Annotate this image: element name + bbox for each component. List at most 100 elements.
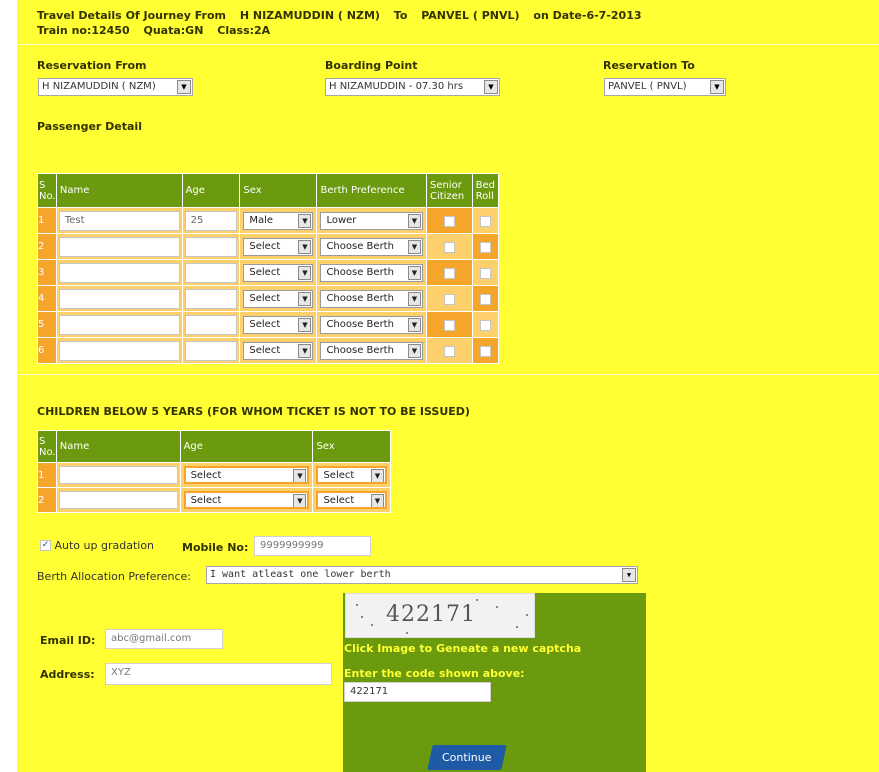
- captcha-image[interactable]: 422171: [345, 593, 535, 638]
- passenger-sex-select[interactable]: Select ▼: [243, 289, 314, 308]
- chevron-down-icon: ▼: [293, 469, 307, 482]
- chevron-down-icon: ▼: [407, 239, 421, 254]
- bed-roll-checkbox[interactable]: [479, 293, 491, 305]
- senior-citizen-checkbox[interactable]: [443, 241, 455, 253]
- chevron-down-icon: ▼: [371, 469, 384, 482]
- passenger-row: 4 Select ▼ Choose Berth ▼: [37, 285, 500, 312]
- berth-allocation-select[interactable]: I want atleast one lower berth ▼: [206, 566, 638, 584]
- reservation-to-value: PANVEL ( PNVL): [608, 81, 687, 92]
- bed-roll-checkbox[interactable]: [479, 215, 491, 227]
- berth-preference-select[interactable]: Lower ▼: [320, 211, 423, 230]
- passenger-sex-select[interactable]: Select ▼: [243, 263, 314, 282]
- passenger-name-input[interactable]: [58, 340, 180, 361]
- passenger-sex-value: Select: [249, 344, 281, 356]
- child-row: 2 Select ▼ Select ▼: [37, 487, 391, 513]
- captcha-regenerate-link[interactable]: Click Image to Geneate a new captcha: [344, 642, 581, 655]
- col-age: Age: [179, 430, 314, 463]
- passenger-sex-select[interactable]: Select ▼: [243, 237, 314, 256]
- chevron-down-icon: ▼: [177, 80, 191, 94]
- row-number: 2: [37, 233, 57, 260]
- child-name-input[interactable]: [58, 466, 178, 484]
- chevron-down-icon: ▼: [407, 317, 421, 332]
- divider: [17, 374, 879, 375]
- passenger-age-input[interactable]: [184, 340, 238, 361]
- reservation-to-select[interactable]: PANVEL ( PNVL) ▼: [604, 78, 726, 96]
- passenger-row: 2 Select ▼ Choose Berth ▼: [37, 233, 500, 260]
- passenger-age-input[interactable]: [184, 236, 238, 257]
- continue-button[interactable]: Continue: [427, 745, 507, 770]
- passenger-name-input[interactable]: [58, 288, 180, 309]
- captcha-input[interactable]: 422171: [344, 682, 491, 702]
- email-input[interactable]: abc@gmail.com: [105, 629, 223, 649]
- boarding-point-select[interactable]: H NIZAMUDDIN - 07.30 hrs ▼: [325, 78, 500, 96]
- chevron-down-icon: ▼: [298, 291, 312, 306]
- captcha-noise: [356, 604, 358, 606]
- passenger-sex-select[interactable]: Select ▼: [243, 341, 314, 360]
- bed-roll-checkbox[interactable]: [479, 241, 491, 253]
- row-number: 3: [37, 259, 57, 286]
- train-class: Class:2A: [217, 24, 271, 37]
- passenger-name-input[interactable]: [58, 262, 180, 283]
- reservation-from-label: Reservation From: [37, 59, 147, 72]
- senior-citizen-checkbox[interactable]: [443, 267, 455, 279]
- passenger-section-title: Passenger Detail: [37, 120, 142, 133]
- child-age-value: Select: [190, 470, 222, 481]
- row-number: 4: [37, 285, 57, 312]
- child-age-select[interactable]: Select ▼: [183, 491, 310, 509]
- child-sex-select[interactable]: Select ▼: [316, 466, 387, 484]
- child-name-input[interactable]: [58, 491, 178, 509]
- reservation-form-page: Travel Details Of Journey From H NIZAMUD…: [17, 0, 879, 772]
- child-age-select[interactable]: Select ▼: [183, 466, 310, 484]
- reservation-from-select[interactable]: H NIZAMUDDIN ( NZM) ▼: [38, 78, 193, 96]
- mobile-label: Mobile No:: [182, 541, 249, 554]
- chevron-down-icon: ▼: [298, 213, 312, 228]
- bed-roll-checkbox[interactable]: [479, 345, 491, 357]
- passenger-age-input[interactable]: 25: [184, 210, 238, 231]
- child-sex-select[interactable]: Select ▼: [316, 491, 387, 509]
- berth-preference-select[interactable]: Choose Berth ▼: [320, 315, 423, 334]
- berth-preference-value: Choose Berth: [326, 292, 394, 304]
- senior-citizen-checkbox[interactable]: [443, 319, 455, 331]
- berth-preference-select[interactable]: Choose Berth ▼: [320, 263, 423, 282]
- auto-upgrade-checkbox[interactable]: ✓: [40, 539, 51, 551]
- child-sex-value: Select: [323, 470, 355, 481]
- row-number: 1: [37, 462, 57, 488]
- captcha-text: 422171: [386, 602, 476, 627]
- boarding-point-label: Boarding Point: [325, 59, 418, 72]
- passenger-age-input[interactable]: [184, 288, 238, 309]
- mobile-input[interactable]: 9999999999: [254, 536, 371, 556]
- passenger-name-input[interactable]: [58, 314, 180, 335]
- captcha-noise: [406, 632, 408, 634]
- passenger-table: S No. Name Age Sex Berth Preference Seni…: [37, 173, 500, 364]
- address-label: Address:: [40, 668, 95, 681]
- passenger-sex-select[interactable]: Select ▼: [243, 315, 314, 334]
- berth-preference-value: Choose Berth: [326, 344, 394, 356]
- chevron-down-icon: ▼: [298, 239, 312, 254]
- boarding-point-value: H NIZAMUDDIN - 07.30 hrs: [329, 81, 464, 92]
- bed-roll-checkbox[interactable]: [479, 267, 491, 279]
- address-input[interactable]: XYZ: [105, 663, 332, 685]
- bed-roll-checkbox[interactable]: [479, 319, 491, 331]
- chevron-down-icon: ▼: [371, 494, 384, 507]
- child-row: 1 Select ▼ Select ▼: [37, 462, 391, 488]
- passenger-name-input[interactable]: Test: [58, 210, 180, 231]
- chevron-down-icon: ▼: [298, 317, 312, 332]
- passenger-sex-select[interactable]: Male ▼: [243, 211, 314, 230]
- senior-citizen-checkbox[interactable]: [443, 215, 455, 227]
- journey-date: on Date-6-7-2013: [533, 9, 642, 22]
- berth-preference-select[interactable]: Choose Berth ▼: [320, 237, 423, 256]
- captcha-noise: [526, 614, 528, 616]
- berth-allocation-value: I want atleast one lower berth: [210, 569, 391, 580]
- train-info: Train no:12450 Quata:GN Class:2A: [37, 24, 280, 37]
- passenger-name-input[interactable]: [58, 236, 180, 257]
- berth-preference-select[interactable]: Choose Berth ▼: [320, 289, 423, 308]
- passenger-age-input[interactable]: [184, 262, 238, 283]
- berth-preference-select[interactable]: Choose Berth ▼: [320, 341, 423, 360]
- senior-citizen-checkbox[interactable]: [443, 345, 455, 357]
- col-bedroll: Bed Roll: [471, 173, 500, 208]
- passenger-age-input[interactable]: [184, 314, 238, 335]
- journey-header: Travel Details Of Journey From H NIZAMUD…: [37, 9, 652, 22]
- row-number: 6: [37, 337, 57, 364]
- senior-citizen-checkbox[interactable]: [443, 293, 455, 305]
- chevron-down-icon: ▼: [293, 494, 307, 507]
